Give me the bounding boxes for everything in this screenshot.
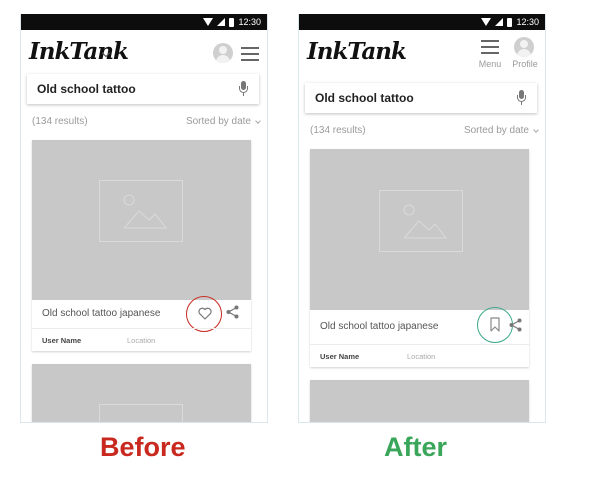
- signal-icon: [217, 18, 226, 26]
- menu-label[interactable]: Menu: [471, 59, 509, 69]
- app-bar: InkTank Menu Profile: [299, 30, 545, 74]
- image-placeholder-icon: [379, 190, 463, 252]
- chevron-down-icon[interactable]: [255, 118, 261, 124]
- image-placeholder-icon: [99, 180, 183, 242]
- search-input[interactable]: Old school tattoo: [37, 82, 136, 96]
- result-card[interactable]: Old school tattoo japanese User Name Loc…: [310, 149, 529, 367]
- status-bar: 12:30: [299, 14, 545, 30]
- card-divider: [32, 328, 251, 329]
- results-count: (134 results): [32, 116, 88, 127]
- card-user-name[interactable]: User Name: [320, 352, 359, 361]
- app-logo[interactable]: InkTank: [307, 38, 407, 65]
- results-row: (134 results) Sorted by date: [32, 116, 261, 130]
- image-placeholder-icon: [99, 404, 183, 422]
- heart-icon[interactable]: [198, 307, 212, 320]
- card-image-placeholder[interactable]: [310, 380, 529, 422]
- before-label: Before: [100, 432, 186, 462]
- card-location: Location: [407, 352, 436, 361]
- share-icon[interactable]: [509, 318, 522, 332]
- menu-icon[interactable]: [241, 47, 259, 61]
- card-title: Old school tattoo japanese: [320, 321, 439, 332]
- bookmark-icon[interactable]: [490, 317, 500, 332]
- search-bar[interactable]: Old school tattoo: [27, 74, 259, 104]
- comparison-stage: 12:30 InkTank Old school tattoo (134 res…: [0, 0, 600, 483]
- phone-after: 12:30 InkTank Menu Profile Old school ta…: [298, 14, 546, 423]
- card-divider: [310, 344, 529, 345]
- avatar[interactable]: [514, 37, 534, 57]
- microphone-icon[interactable]: [239, 81, 248, 97]
- search-bar[interactable]: Old school tattoo: [305, 83, 537, 113]
- share-icon[interactable]: [226, 305, 239, 319]
- status-time: 12:30: [238, 17, 261, 27]
- card-location: Location: [127, 336, 156, 345]
- battery-icon: [507, 17, 513, 27]
- status-bar: 12:30: [21, 14, 267, 30]
- menu-icon[interactable]: [481, 40, 499, 54]
- search-input[interactable]: Old school tattoo: [315, 91, 414, 105]
- after-label: After: [384, 432, 448, 462]
- app-logo[interactable]: InkTank: [29, 38, 129, 65]
- profile-label[interactable]: Profile: [507, 59, 543, 69]
- sort-dropdown[interactable]: Sorted by date: [186, 116, 251, 127]
- wifi-icon: [203, 18, 214, 26]
- battery-icon: [229, 17, 235, 27]
- avatar[interactable]: [213, 43, 233, 63]
- result-card[interactable]: Old school tattoo japanese User Name Loc…: [32, 140, 251, 351]
- card-user-name[interactable]: User Name: [42, 336, 81, 345]
- app-bar: InkTank: [21, 30, 267, 74]
- results-count: (134 results): [310, 125, 366, 136]
- card-image-placeholder[interactable]: [32, 140, 251, 300]
- results-row: (134 results) Sorted by date: [310, 125, 539, 139]
- card-image-placeholder[interactable]: [32, 364, 251, 422]
- chevron-down-icon[interactable]: [533, 127, 539, 133]
- signal-icon: [495, 18, 504, 26]
- sort-dropdown[interactable]: Sorted by date: [464, 125, 529, 136]
- card-image-placeholder[interactable]: [310, 149, 529, 310]
- result-card[interactable]: [310, 380, 529, 422]
- wifi-icon: [481, 18, 492, 26]
- result-card[interactable]: [32, 364, 251, 422]
- card-title: Old school tattoo japanese: [42, 308, 161, 319]
- status-time: 12:30: [516, 17, 539, 27]
- phone-before: 12:30 InkTank Old school tattoo (134 res…: [20, 14, 268, 423]
- microphone-icon[interactable]: [517, 90, 526, 106]
